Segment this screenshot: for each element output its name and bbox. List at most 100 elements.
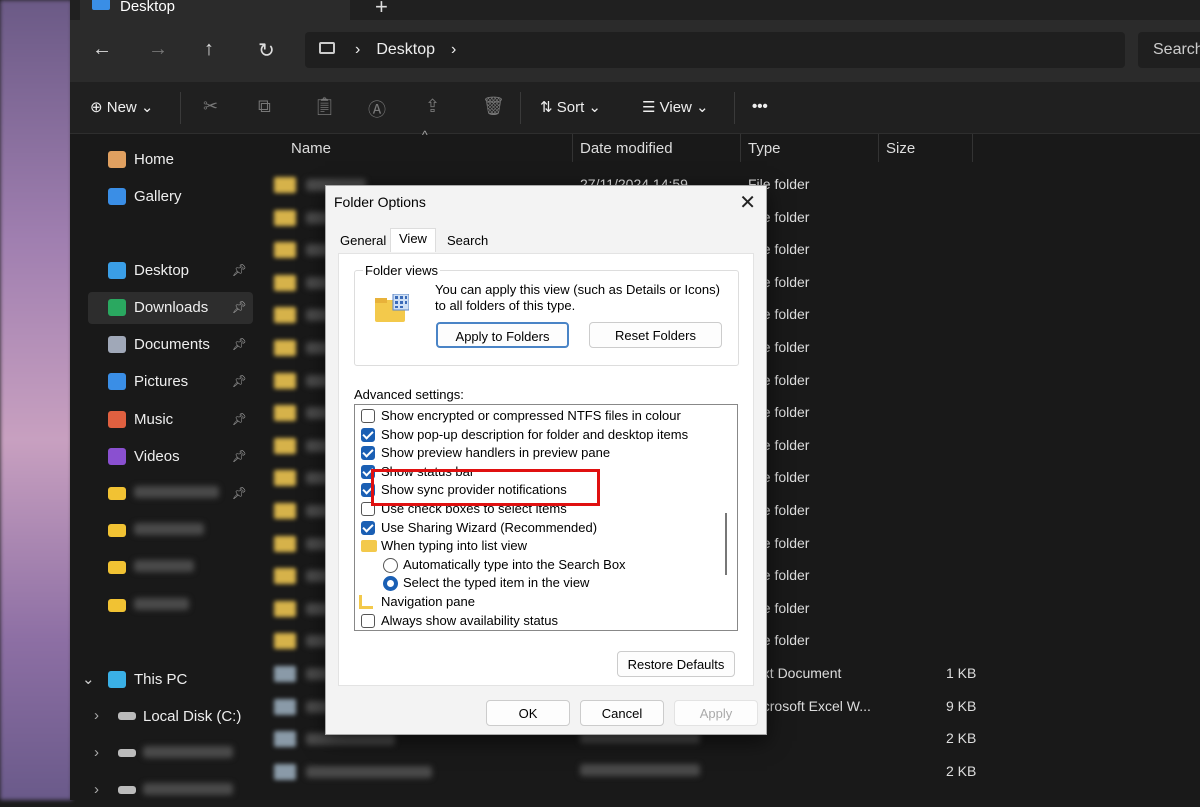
sidebar-item-label: Videos — [134, 448, 180, 465]
setting-show-encrypted-or-compressed-ntfs-files-in-colour[interactable]: Show encrypted or compressed NTFS files … — [361, 408, 681, 426]
share-icon[interactable]: ⇪ — [425, 96, 440, 117]
file-icon — [274, 731, 296, 748]
sidebar-item-this-pc[interactable]: ⌄ This PC — [78, 664, 243, 696]
setting-when-typing-into-list-view[interactable]: When typing into list view — [361, 538, 527, 556]
more-options-button[interactable]: ••• — [752, 98, 768, 115]
sidebar-item-downloads[interactable]: Downloads 📌︎ — [88, 292, 253, 324]
sidebar-item-drive[interactable]: › — [90, 775, 255, 807]
sidebar-item-folder[interactable] — [88, 552, 253, 584]
checkbox[interactable] — [361, 427, 375, 442]
column-date[interactable]: Date modified — [580, 140, 673, 157]
checkbox[interactable] — [361, 520, 375, 535]
sidebar-item-local-disk[interactable]: › Local Disk (C:) — [90, 701, 255, 733]
up-button[interactable]: ↑ — [204, 38, 214, 61]
sidebar-item-pictures[interactable]: Pictures 📌︎ — [88, 366, 253, 398]
file-icon — [274, 503, 296, 519]
file-icon — [274, 405, 296, 422]
folder-icon — [108, 524, 126, 537]
drive-icon — [118, 749, 136, 757]
pin-icon[interactable]: 📌︎ — [232, 300, 247, 314]
new-button[interactable]: ⊕ New ⌄ — [90, 98, 154, 116]
command-bar: ⊕ New ⌄ ✂ ⧉ 📋︎ Ⓐ ⇪ 🗑︎ ⇅ Sort ⌄ ☰ View ⌄ … — [70, 82, 1200, 134]
setting-show-pop-up-description-for-folder-and-desktop-items[interactable]: Show pop-up description for folder and d… — [361, 426, 689, 445]
advanced-settings-list: Show encrypted or compressed NTFS files … — [354, 404, 738, 631]
rename-icon[interactable]: Ⓐ — [368, 96, 386, 122]
forward-button[interactable]: → — [148, 38, 168, 61]
pin-icon[interactable]: 📌︎ — [232, 374, 247, 388]
sidebar-item-folder[interactable]: 📌︎ — [88, 478, 253, 510]
checkbox[interactable] — [361, 409, 375, 423]
close-button[interactable]: ✕ — [739, 190, 756, 215]
divider — [180, 92, 181, 124]
back-button[interactable]: ← — [92, 38, 112, 61]
apply-to-folders-button[interactable]: Apply to Folders — [436, 322, 569, 348]
checkbox[interactable] — [361, 446, 375, 461]
navigation-pane: Home Gallery Desktop 📌︎ Downloads 📌︎ Documents… — [70, 134, 256, 800]
pin-icon[interactable]: 📌︎ — [232, 449, 247, 463]
paste-icon[interactable]: 📋︎ — [313, 96, 336, 117]
plus-circle-icon: ⊕ — [90, 99, 103, 116]
cut-icon[interactable]: ✂ — [203, 96, 218, 117]
setting-show-preview-handlers-in-preview-pane[interactable]: Show preview handlers in preview pane — [361, 445, 610, 463]
checkbox[interactable] — [361, 613, 375, 628]
tab-desktop[interactable]: Desktop — [80, 0, 350, 20]
column-headers: Name ^ Date modified Type Size — [256, 128, 1200, 164]
tab-search[interactable]: Search — [447, 233, 488, 248]
column-type[interactable]: Type — [748, 140, 781, 157]
sidebar-item-desktop[interactable]: Desktop 📌︎ — [88, 255, 253, 287]
pin-icon[interactable]: 📌︎ — [232, 486, 247, 500]
restore-defaults-button[interactable]: Restore Defaults — [617, 651, 735, 677]
column-size[interactable]: Size — [886, 140, 915, 157]
sidebar-item-home[interactable]: Home — [88, 144, 253, 176]
sidebar-item-gallery[interactable]: Gallery — [88, 181, 253, 213]
search-input[interactable]: Search — [1138, 32, 1200, 68]
setting-automatically-type-into-the-search-box[interactable]: Automatically type into the Search Box — [383, 557, 626, 575]
cancel-button[interactable]: Cancel — [580, 700, 664, 726]
sidebar-item-music[interactable]: Music 📌︎ — [88, 404, 253, 436]
setting-navigation-pane[interactable]: Navigation pane — [359, 594, 475, 612]
chevron-right-icon[interactable]: › — [94, 707, 99, 724]
reset-folders-button[interactable]: Reset Folders — [589, 322, 722, 348]
new-tab-button[interactable]: + — [375, 0, 388, 20]
sort-button[interactable]: ⇅ Sort ⌄ — [540, 98, 601, 116]
setting-label: Navigation pane — [381, 594, 475, 609]
copy-icon[interactable]: ⧉ — [258, 96, 271, 117]
column-name[interactable]: Name — [291, 140, 331, 157]
address-bar[interactable]: › Desktop › — [305, 32, 1125, 68]
file-size: 2 KB — [946, 762, 977, 779]
radio-button[interactable] — [383, 576, 398, 592]
setting-label: Show pop-up description for folder and d… — [381, 426, 689, 442]
folder-views-label: Folder views — [363, 263, 440, 278]
view-button[interactable]: ☰ View ⌄ — [642, 98, 709, 116]
delete-icon[interactable]: 🗑︎ — [482, 96, 505, 117]
ok-button[interactable]: OK — [486, 700, 570, 726]
scrollbar-thumb[interactable] — [725, 513, 727, 575]
sidebar-item-videos[interactable]: Videos 📌︎ — [88, 441, 253, 473]
file-icon — [274, 372, 296, 389]
setting-select-the-typed-item-in-the-view[interactable]: Select the typed item in the view — [383, 575, 589, 593]
sidebar-item-drive[interactable]: › — [90, 738, 255, 770]
radio-button[interactable] — [383, 557, 398, 573]
setting-always-show-availability-status[interactable]: Always show availability status — [361, 613, 558, 630]
chevron-right-icon[interactable]: › — [94, 781, 99, 798]
sidebar-item-folder[interactable] — [88, 590, 253, 622]
sidebar-item-folder[interactable] — [88, 515, 253, 547]
chevron-right-icon[interactable]: › — [94, 744, 99, 761]
breadcrumb-desktop[interactable]: Desktop — [376, 41, 435, 58]
file-size: 9 KB — [946, 697, 977, 714]
refresh-button[interactable]: ↻ — [258, 38, 275, 63]
file-row[interactable]: 2 KB — [256, 755, 1200, 787]
tab-general[interactable]: General — [340, 233, 386, 248]
sidebar-item-label: Home — [134, 151, 175, 168]
pictures-icon — [108, 373, 126, 390]
pin-icon[interactable]: 📌︎ — [232, 263, 247, 277]
sidebar-item-label: Pictures — [134, 373, 189, 390]
pin-icon[interactable]: 📌︎ — [232, 412, 247, 426]
tab-view[interactable]: View — [390, 228, 436, 252]
apply-button[interactable]: Apply — [674, 700, 758, 726]
chevron-down-icon[interactable]: ⌄ — [82, 670, 95, 688]
sidebar-item-label: This PC — [134, 671, 188, 688]
pin-icon[interactable]: 📌︎ — [232, 337, 247, 351]
sidebar-item-documents[interactable]: Documents 📌︎ — [88, 329, 253, 361]
setting-use-sharing-wizard-recommended[interactable]: Use Sharing Wizard (Recommended) — [361, 520, 597, 538]
